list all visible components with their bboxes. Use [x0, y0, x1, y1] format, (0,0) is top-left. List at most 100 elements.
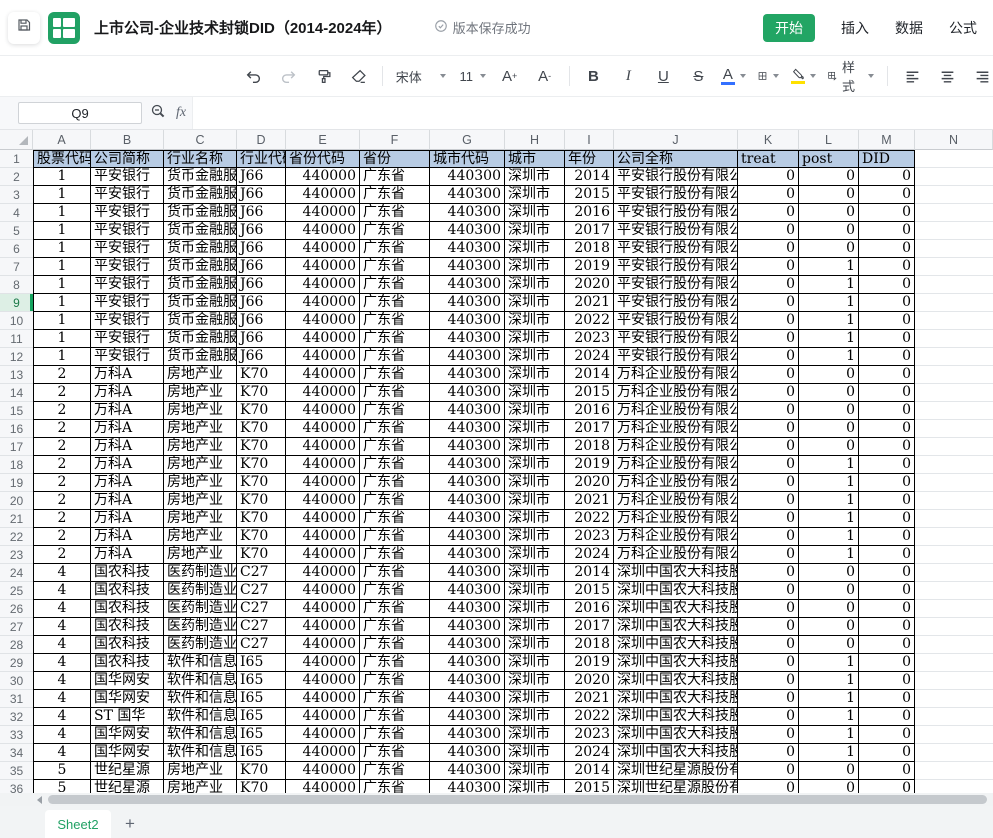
cell[interactable]: J66	[237, 294, 286, 312]
cell[interactable]: 深圳市	[505, 384, 565, 402]
cell[interactable]: I65	[237, 672, 286, 690]
cell[interactable]: 深圳市	[505, 402, 565, 420]
cell[interactable]: 平安银行	[91, 312, 164, 330]
cell[interactable]: K70	[237, 528, 286, 546]
cell[interactable]: 0	[738, 762, 799, 780]
cell[interactable]: 4	[33, 744, 91, 762]
cell[interactable]: 2	[33, 510, 91, 528]
row-header-6[interactable]: 6	[0, 240, 33, 258]
cell[interactable]: 0	[799, 420, 859, 438]
row-header-5[interactable]: 5	[0, 222, 33, 240]
cell[interactable]: 440300	[430, 726, 505, 744]
cell[interactable]: 深圳中国农大科技股份有限公司	[614, 744, 738, 762]
cell[interactable]: 440300	[430, 168, 505, 186]
cell[interactable]: 深圳市	[505, 186, 565, 204]
cell[interactable]: 深圳市	[505, 528, 565, 546]
column-header-C[interactable]: C	[164, 130, 237, 150]
cell[interactable]: J66	[237, 240, 286, 258]
cell[interactable]: 深圳市	[505, 582, 565, 600]
cell[interactable]: 2014	[565, 762, 614, 780]
cell[interactable]: 平安银行股份有限公司	[614, 240, 738, 258]
cell[interactable]: J66	[237, 204, 286, 222]
header-cell[interactable]: 省份	[360, 150, 430, 168]
cell[interactable]: 万科A	[91, 366, 164, 384]
cell[interactable]: 国农科技	[91, 564, 164, 582]
cell[interactable]: 广东省	[360, 240, 430, 258]
cell[interactable]: 4	[33, 726, 91, 744]
cell[interactable]: 万科企业股份有限公司	[614, 456, 738, 474]
cell[interactable]: 软件和信息技术服务业	[164, 690, 237, 708]
cell[interactable]: 1	[799, 312, 859, 330]
cell[interactable]: C27	[237, 582, 286, 600]
cell[interactable]: 深圳中国农大科技股份有限公司	[614, 708, 738, 726]
cell[interactable]: 4	[33, 618, 91, 636]
cell[interactable]: 440300	[430, 528, 505, 546]
cell[interactable]: 万科A	[91, 510, 164, 528]
cell[interactable]: 2017	[565, 618, 614, 636]
cell[interactable]: K70	[237, 366, 286, 384]
row-header-20[interactable]: 20	[0, 492, 33, 510]
column-header-D[interactable]: D	[237, 130, 286, 150]
cell[interactable]	[915, 672, 993, 690]
italic-button[interactable]: I	[617, 63, 639, 89]
cell[interactable]: 440300	[430, 438, 505, 456]
cell[interactable]: 2024	[565, 348, 614, 366]
cell[interactable]: 0	[799, 762, 859, 780]
cell[interactable]: 广东省	[360, 708, 430, 726]
cell[interactable]: 深圳市	[505, 708, 565, 726]
cell[interactable]: 440000	[286, 402, 360, 420]
cell[interactable]: 0	[799, 780, 859, 793]
cell[interactable]: 0	[738, 456, 799, 474]
cell[interactable]	[915, 330, 993, 348]
cell[interactable]: 440300	[430, 672, 505, 690]
row-header-21[interactable]: 21	[0, 510, 33, 528]
header-cell[interactable]: 省份代码	[286, 150, 360, 168]
cell[interactable]: 0	[799, 168, 859, 186]
cell[interactable]: 房地产业	[164, 456, 237, 474]
cell[interactable]: 0	[859, 564, 915, 582]
cell[interactable]	[915, 294, 993, 312]
cell[interactable]: 深圳市	[505, 618, 565, 636]
menu-tab-home[interactable]: 开始	[763, 13, 815, 42]
row-header-10[interactable]: 10	[0, 312, 33, 330]
cell[interactable]: 深圳市	[505, 438, 565, 456]
cell[interactable]: 440300	[430, 384, 505, 402]
cell[interactable]: 万科A	[91, 420, 164, 438]
cell[interactable]: 房地产业	[164, 438, 237, 456]
column-header-H[interactable]: H	[505, 130, 565, 150]
cell[interactable]: 2023	[565, 726, 614, 744]
cell[interactable]: 1	[33, 348, 91, 366]
cell[interactable]: 世纪星源	[91, 780, 164, 793]
cell[interactable]: 广东省	[360, 312, 430, 330]
cell[interactable]: 深圳市	[505, 546, 565, 564]
formula-input[interactable]	[192, 97, 993, 129]
cell[interactable]: 广东省	[360, 294, 430, 312]
cell[interactable]: 440000	[286, 204, 360, 222]
column-header-A[interactable]: A	[33, 130, 91, 150]
cell[interactable]: 0	[859, 744, 915, 762]
cell[interactable]: 房地产业	[164, 546, 237, 564]
cell[interactable]: 1	[799, 726, 859, 744]
cell[interactable]: 深圳市	[505, 258, 565, 276]
cell[interactable]: 广东省	[360, 168, 430, 186]
cell[interactable]: 4	[33, 708, 91, 726]
cell[interactable]: 深圳市	[505, 744, 565, 762]
cell[interactable]: 国华网安	[91, 726, 164, 744]
cell[interactable]: 0	[859, 582, 915, 600]
cell[interactable]: 440000	[286, 294, 360, 312]
cell[interactable]	[915, 600, 993, 618]
cell[interactable]: 440300	[430, 258, 505, 276]
cell[interactable]: 440000	[286, 186, 360, 204]
cell[interactable]: 万科企业股份有限公司	[614, 492, 738, 510]
cell[interactable]	[915, 618, 993, 636]
cell[interactable]: 深圳世纪星源股份有限公司	[614, 762, 738, 780]
cell[interactable]: 440000	[286, 780, 360, 793]
row-header-15[interactable]: 15	[0, 402, 33, 420]
cell[interactable]: 0	[799, 402, 859, 420]
header-cell[interactable]: 年份	[565, 150, 614, 168]
cell[interactable]: 440300	[430, 780, 505, 793]
cell[interactable]: 440000	[286, 312, 360, 330]
cell[interactable]: 广东省	[360, 348, 430, 366]
row-header-12[interactable]: 12	[0, 348, 33, 366]
cell[interactable]: J66	[237, 258, 286, 276]
